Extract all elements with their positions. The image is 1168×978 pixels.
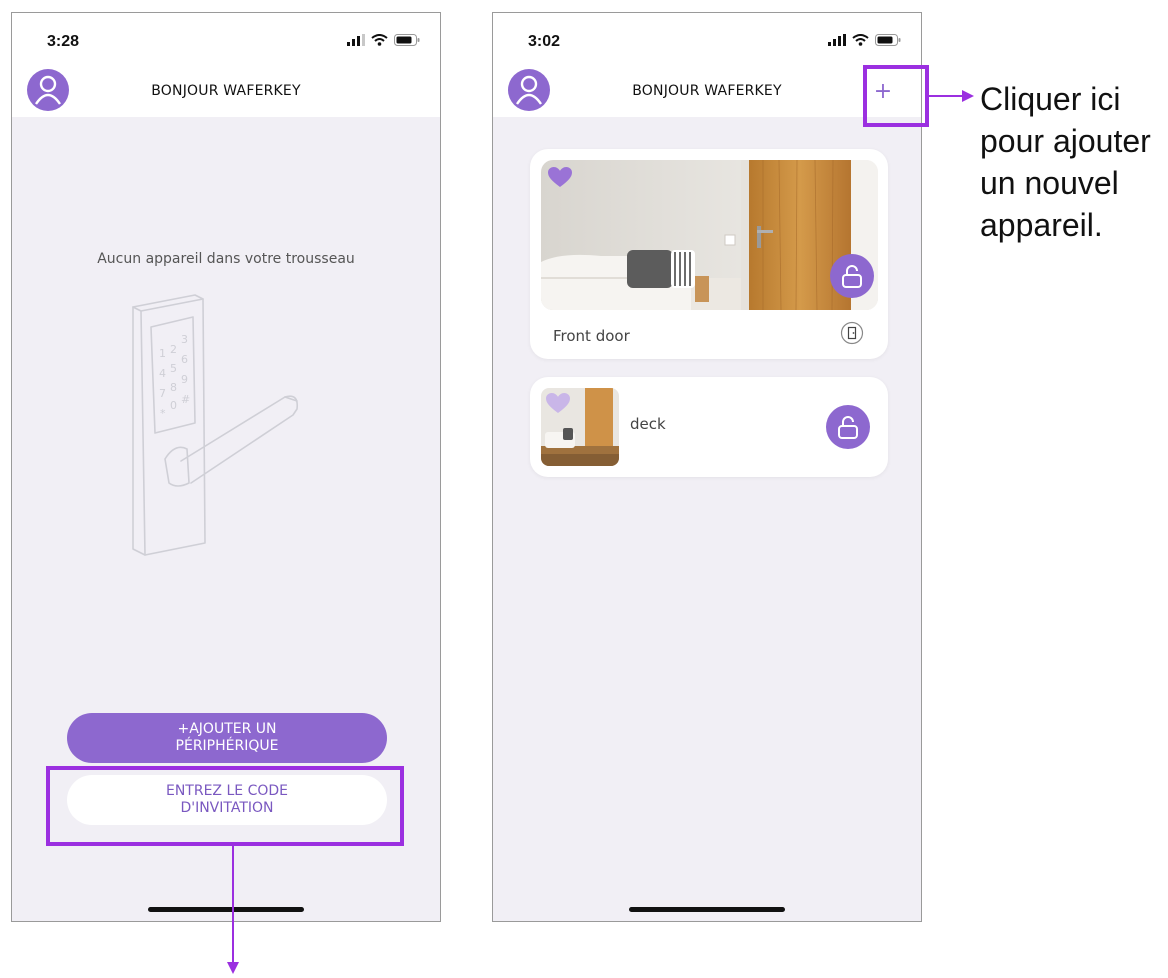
keypad-digit: 0 — [170, 399, 177, 412]
keypad-digit: 7 — [159, 387, 166, 400]
keypad-digit: 8 — [170, 381, 177, 394]
device-photo — [541, 160, 878, 310]
wifi-icon — [852, 34, 869, 46]
empty-keyring-message: Aucun appareil dans votre trousseau — [97, 251, 355, 267]
add-device-plus-button[interactable]: + — [863, 71, 903, 111]
status-bar: 3:28 — [12, 13, 440, 69]
keypad-digit: 4 — [159, 367, 166, 380]
unlocked-padlock-icon — [842, 265, 862, 288]
plus-icon: + — [873, 78, 893, 104]
status-icons — [828, 34, 901, 46]
home-indicator[interactable] — [148, 907, 304, 912]
status-time: 3:02 — [528, 33, 561, 50]
annotation-line: Cliquer ici — [980, 81, 1121, 117]
room-photo — [541, 160, 878, 310]
unlocked-padlock-icon — [838, 416, 858, 439]
status-icons — [347, 34, 420, 46]
device-name: deck — [630, 415, 666, 433]
annotation-line: appareil. — [980, 207, 1103, 243]
smart-lock-illustration: 1 2 3 4 5 6 7 8 9 * 0 # — [132, 294, 299, 556]
add-device-label-line2: PÉRIPHÉRIQUE — [175, 738, 279, 754]
lock-toggle-button[interactable] — [830, 254, 874, 298]
keypad-digit: * — [160, 407, 166, 420]
device-thumbnail — [541, 388, 619, 466]
invite-code-label-line1: ENTREZ LE CODE — [165, 783, 288, 799]
keypad-digit: 9 — [181, 373, 188, 386]
keypad-digit: 3 — [181, 333, 188, 346]
heart-icon — [546, 393, 570, 413]
status-time: 3:28 — [47, 33, 80, 50]
app-header: BONJOUR WAFERKEY — [12, 69, 440, 117]
invite-code-label-line2: D'INVITATION — [180, 800, 274, 816]
keypad-digit: 2 — [170, 343, 177, 356]
device-card-front-door[interactable]: Front door — [530, 149, 888, 359]
arrow-icon — [227, 962, 239, 974]
annotation-line: un nouvel — [980, 165, 1119, 201]
keypad-digit: 6 — [181, 353, 188, 366]
keypad-digit: 1 — [159, 347, 166, 360]
arrow-icon — [962, 90, 974, 102]
device-card-deck[interactable]: deck — [530, 377, 888, 477]
favorite-heart[interactable] — [547, 166, 573, 193]
add-device-button[interactable]: +AJOUTER UN PÉRIPHÉRIQUE — [67, 713, 387, 763]
greeting-title: BONJOUR WAFERKEY — [632, 83, 782, 99]
battery-icon — [875, 34, 901, 46]
status-bar: 3:02 — [493, 13, 921, 69]
greeting-title: BONJOUR WAFERKEY — [151, 83, 301, 99]
cellular-signal-icon — [347, 34, 365, 46]
wifi-icon — [371, 34, 388, 46]
battery-icon — [394, 34, 420, 46]
app-header: BONJOUR WAFERKEY + — [493, 69, 921, 117]
home-indicator[interactable] — [629, 907, 785, 912]
device-name: Front door — [553, 327, 630, 345]
annotation-line: pour ajouter — [980, 123, 1151, 159]
phone-screen-devices: 3:02 BONJOUR WAFERKEY + Front door deck — [492, 12, 922, 922]
invite-code-button[interactable]: ENTREZ LE CODE D'INVITATION — [67, 775, 387, 825]
keypad-digit: # — [181, 393, 190, 406]
keypad-digit: 5 — [170, 362, 177, 375]
lock-toggle-button[interactable] — [826, 405, 870, 449]
phone-screen-empty: 3:28 BONJOUR WAFERKEY Aucun appareil dan… — [11, 12, 441, 922]
door-icon[interactable] — [840, 321, 864, 345]
cellular-signal-icon — [828, 34, 846, 46]
annotation-text: Cliquer ici pour ajouter un nouvel appar… — [980, 78, 1165, 246]
add-device-label-line1: +AJOUTER UN — [177, 721, 277, 737]
heart-icon — [548, 167, 572, 187]
favorite-heart[interactable] — [545, 392, 571, 419]
